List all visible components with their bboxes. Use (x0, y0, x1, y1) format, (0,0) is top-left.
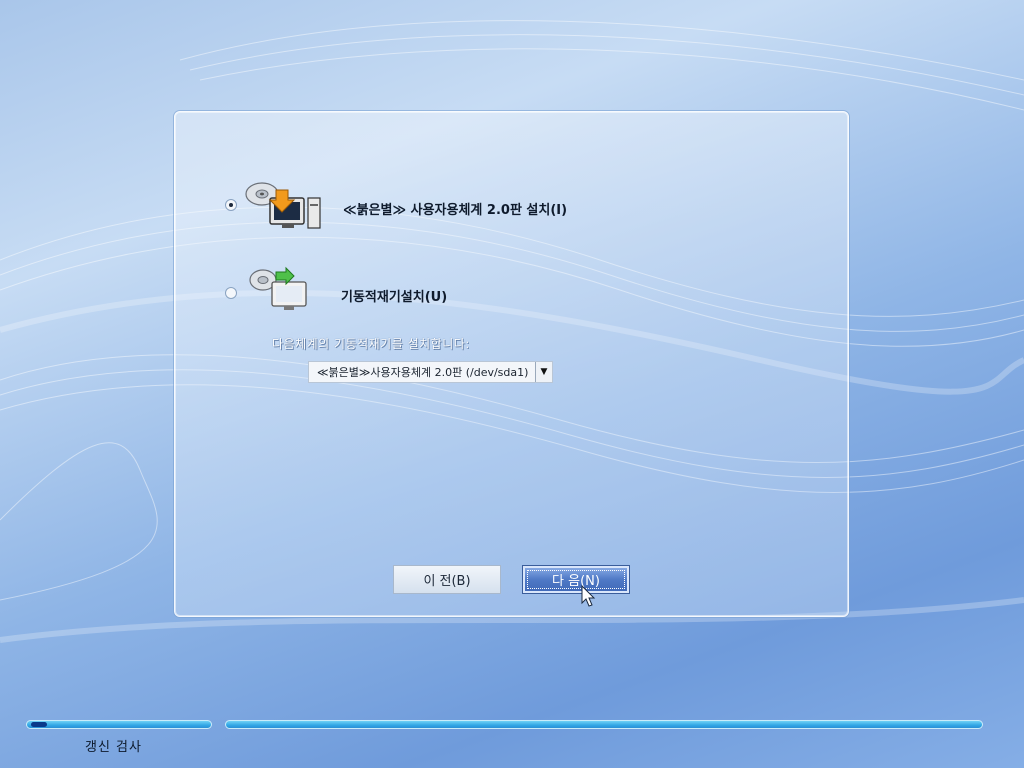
next-button[interactable]: 다 음(N) (522, 565, 630, 594)
mouse-pointer-icon (581, 585, 596, 607)
bootloader-target-value: ≪붉은별≫사용자용체계 2.0판 (/dev/sda1) (317, 366, 529, 379)
radio-install-bootloader[interactable] (225, 287, 237, 299)
progress-bar-step (26, 720, 212, 729)
prev-button[interactable]: 이 전(B) (393, 565, 501, 594)
option-bootloader-label[interactable]: 기동적재기설치(U) (341, 286, 447, 305)
radio-install-system[interactable] (225, 199, 237, 211)
progress-indicator (31, 722, 47, 727)
progress-bar-overall (225, 720, 983, 729)
bootloader-hint: 다음체계의 기동적재기를 설치합니다: (272, 337, 470, 351)
chevron-down-icon[interactable]: ▼ (535, 362, 552, 382)
option-install-label[interactable]: ≪붉은별≫ 사용자용체계 2.0판 설치(I) (343, 199, 567, 218)
cd-install-monitor-icon (245, 182, 321, 229)
status-text: 갱신 검사 (85, 740, 142, 755)
cd-bootloader-monitor-icon (249, 266, 307, 310)
bootloader-target-select[interactable]: ≪붉은별≫사용자용체계 2.0판 (/dev/sda1) ▼ (308, 361, 553, 383)
prev-button-label: 이 전(B) (423, 574, 471, 589)
